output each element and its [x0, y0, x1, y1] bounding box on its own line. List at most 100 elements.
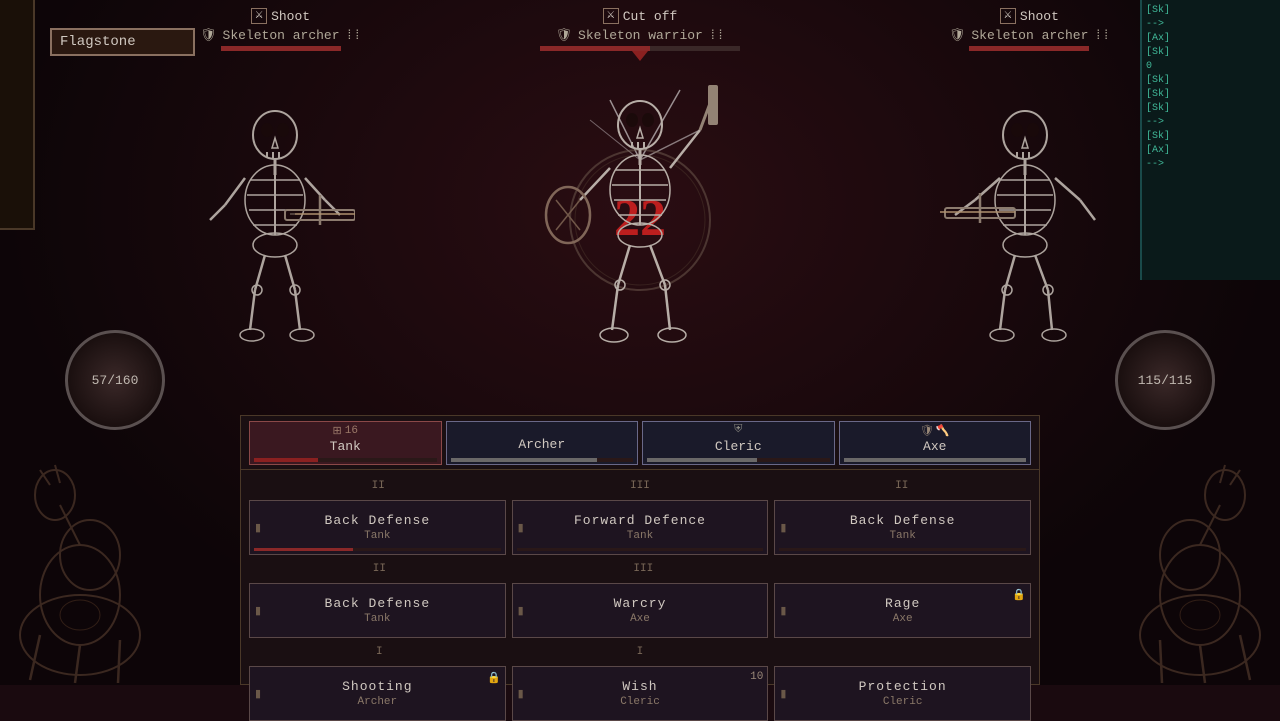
skill-9-left-icon: ▮ [780, 687, 786, 701]
info-line-11: [Ax] [1146, 144, 1276, 158]
deco-right-sculpture [1030, 455, 1280, 685]
tank-tab-progress-fill [254, 458, 318, 462]
info-line-1: [Sk] [1146, 4, 1276, 18]
row2-header: II III [249, 561, 1031, 577]
skills-area: II III II ▮ Back Defense Tank ▮ Forward … [240, 470, 1040, 685]
skill-6-lock-icon: 🔒 [1012, 588, 1026, 602]
skill-3-left-icon: ▮ [780, 521, 786, 535]
axe-tab-label: Axe [923, 439, 946, 454]
skill-back-defense-3[interactable]: ▮ Back Defense Tank [249, 583, 506, 638]
enemy-center-action: ⚔ Cut off [603, 8, 678, 24]
enemy-center-section: ⚔ Cut off 🛡 Skeleton warrior ⁞⁞ [540, 0, 740, 61]
skill-1-left-icon: ▮ [255, 521, 261, 535]
enemy-center-action-label: Cut off [623, 9, 678, 24]
archer-tab-label: Archer [518, 437, 565, 452]
skeleton-archer-left-image [195, 100, 355, 350]
skill-2-progress [517, 548, 764, 551]
hp-circle-left-value: 57/160 [92, 373, 139, 388]
enemy-right-hp-fill [969, 46, 1089, 51]
tank-icon-bar: ⊞ [333, 424, 342, 438]
flagstone-input[interactable]: Flagstone [50, 28, 195, 56]
row2-icon-2: III [633, 563, 653, 575]
row3-header: I I [249, 644, 1031, 660]
enemy-right-name: Skeleton archer [971, 28, 1088, 43]
row1-icon-2: III [630, 480, 650, 492]
enemy-center-name-bar: 🛡 Skeleton warrior ⁞⁞ [556, 28, 725, 43]
tab-cleric[interactable]: ⛨ Cleric [642, 421, 835, 465]
info-line-5: 0 [1146, 60, 1276, 74]
enemy-left-hp-fill [221, 46, 341, 51]
row2-icon-3 [901, 563, 908, 575]
skill-8-left-icon: ▮ [518, 687, 524, 701]
enemy-left-shield-icon: 🛡 [200, 28, 217, 43]
skill-1-progress [254, 548, 501, 551]
skill-7-lock-icon: 🔒 [487, 671, 501, 685]
enemy-left-name-bar: 🛡 Skeleton archer ⁞⁞ [200, 28, 361, 43]
enemy-left-action-icon: ⚔ [251, 8, 267, 24]
skill-2-left-icon: ▮ [518, 521, 524, 535]
info-line-9: --> [1146, 116, 1276, 130]
skill-back-defense-1[interactable]: ▮ Back Defense Tank [249, 500, 506, 555]
enemy-right-action-label: Shoot [1020, 9, 1059, 24]
info-line-8: [Sk] [1146, 102, 1276, 116]
row2-icon-1: II [373, 563, 386, 575]
cleric-tab-icon: ⛨ [734, 424, 742, 436]
cleric-tab-progress [647, 458, 830, 462]
row3-icon-3 [897, 646, 904, 658]
info-line-6: [Sk] [1146, 74, 1276, 88]
cleric-tab-label: Cleric [715, 439, 762, 454]
skill-8-count: 10 [750, 671, 763, 683]
tab-axe[interactable]: 🛡 🪓 Axe [839, 421, 1032, 465]
info-line-10: [Sk] [1146, 130, 1276, 144]
skill-rage[interactable]: ▮ Rage Axe 🔒 [774, 583, 1031, 638]
char-tabs-area: ⊞ 16 Tank Archer ⛨ Cleric 🛡 🪓 Axe [240, 415, 1040, 470]
enemy-right-dots-icon: ⁞⁞ [1094, 28, 1110, 43]
skill-protection[interactable]: ▮ Protection Cleric [774, 666, 1031, 721]
skill-6-left-icon: ▮ [780, 604, 786, 618]
enemy-center-name: Skeleton warrior [578, 28, 703, 43]
enemy-center-action-icon: ⚔ [603, 8, 619, 24]
enemy-left-dots-icon: ⁞⁞ [346, 28, 362, 43]
skill-shooting[interactable]: ▮ Shooting Archer 🔒 [249, 666, 506, 721]
tab-tank[interactable]: ⊞ 16 Tank [249, 421, 442, 465]
skill-5-left-icon: ▮ [518, 604, 524, 618]
enemy-left-section: ⚔ Shoot 🛡 Skeleton archer ⁞⁞ [200, 0, 361, 51]
info-line-3: [Ax] [1146, 32, 1276, 46]
row1-icon-1: II [372, 480, 385, 492]
axe-axe-icon: 🪓 [936, 424, 950, 438]
hp-circle-right-value: 115/115 [1138, 373, 1193, 388]
skill-forward-defence[interactable]: ▮ Forward Defence Tank [512, 500, 769, 555]
skeleton-archer-right-image [940, 100, 1110, 350]
cleric-tab-progress-fill [647, 458, 757, 462]
info-line-7: [Sk] [1146, 88, 1276, 102]
enemy-center-shield-icon: 🛡 [556, 28, 573, 43]
tank-tab-icons: ⊞ 16 [333, 424, 358, 438]
enemy-right-shield-icon: 🛡 [949, 28, 966, 43]
skill-back-defense-2[interactable]: ▮ Back Defense Tank [774, 500, 1031, 555]
hp-circle-left: 57/160 [65, 330, 165, 430]
deco-left-sculpture [0, 455, 250, 685]
info-line-4: [Sk] [1146, 46, 1276, 60]
enemy-right-action: ⚔ Shoot [1000, 8, 1059, 24]
hp-circle-right: 115/115 [1115, 330, 1215, 430]
tab-archer[interactable]: Archer [446, 421, 639, 465]
row1-header: II III II [249, 478, 1031, 494]
tank-tab-progress [254, 458, 437, 462]
enemy-right-hp-bar [969, 46, 1089, 51]
enemy-right-section: ⚔ Shoot 🛡 Skeleton archer ⁞⁞ [949, 0, 1110, 51]
axe-tab-icons: 🛡 🪓 [920, 424, 950, 438]
axe-shield-icon: 🛡 [920, 424, 934, 438]
skeleton-warrior-center-image: 22 [530, 70, 750, 370]
info-line-12: --> [1146, 158, 1276, 172]
archer-tab-progress [451, 458, 634, 462]
enemy-left-name: Skeleton archer [223, 28, 340, 43]
info-panel: [Sk] --> [Ax] [Sk] 0 [Sk] [Sk] [Sk] --> … [1140, 0, 1280, 280]
enemy-center-hp-arrow [632, 51, 648, 61]
enemy-right-name-bar: 🛡 Skeleton archer ⁞⁞ [949, 28, 1110, 43]
info-line-2: --> [1146, 18, 1276, 32]
skill-warcry[interactable]: ▮ Warcry Axe [512, 583, 769, 638]
enemy-left-hp-bar [221, 46, 341, 51]
enemy-right-action-icon: ⚔ [1000, 8, 1016, 24]
axe-tab-progress [844, 458, 1027, 462]
skill-wish[interactable]: ▮ Wish Cleric 10 [512, 666, 769, 721]
